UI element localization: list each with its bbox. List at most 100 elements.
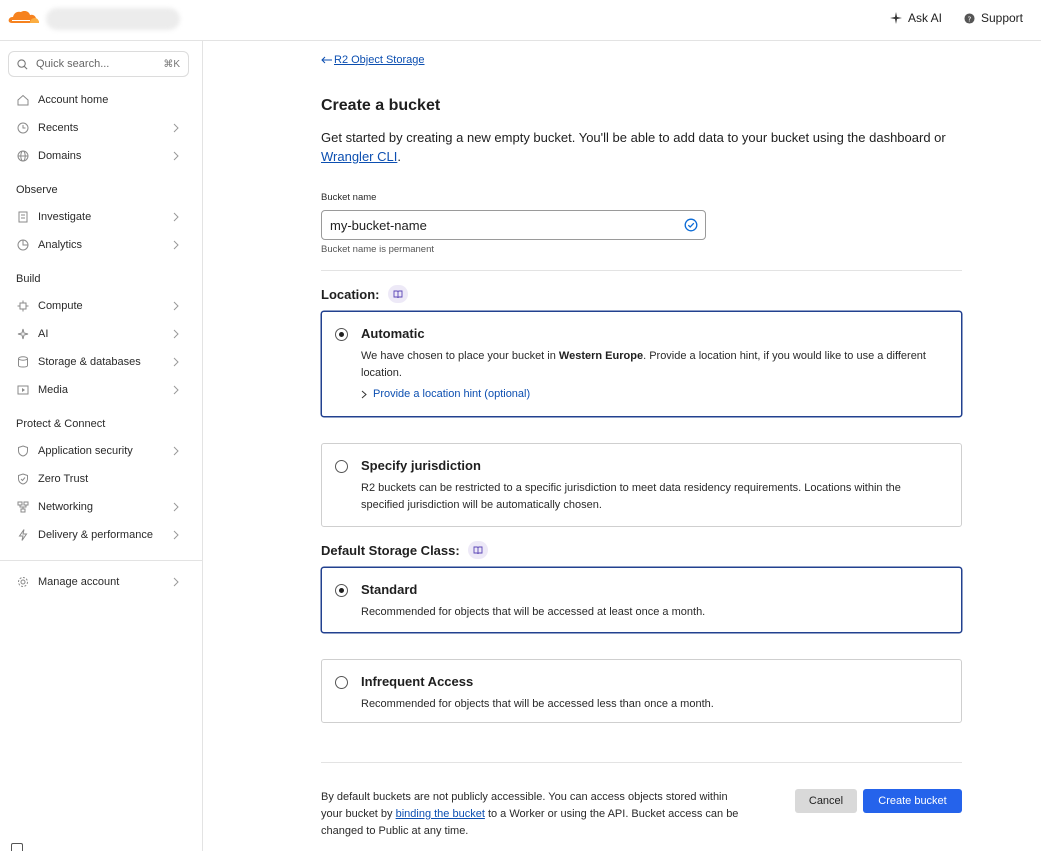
search-placeholder: Quick search... <box>36 58 110 70</box>
sidebar-nav: Account home Recents Domains Observe Inv… <box>0 86 203 596</box>
sparkle-icon <box>16 327 30 341</box>
sidebar-item-delivery-performance[interactable]: Delivery & performance <box>0 521 203 549</box>
create-bucket-button[interactable]: Create bucket <box>863 789 962 813</box>
media-icon <box>16 383 30 397</box>
sidebar-item-label: Networking <box>38 501 94 513</box>
support-button[interactable]: ? Support <box>964 11 1023 25</box>
intro-text: Get started by creating a new empty buck… <box>321 128 962 166</box>
location-region: Western Europe <box>558 350 644 362</box>
sidebar-item-label: Application security <box>38 445 133 457</box>
location-option-automatic[interactable]: Automatic We have chosen to place your b… <box>321 311 962 417</box>
search-icon <box>17 58 28 69</box>
sidebar-item-manage-account[interactable]: Manage account <box>0 568 203 596</box>
cloudflare-logo[interactable] <box>8 9 40 25</box>
sidebar-item-zero-trust[interactable]: Zero Trust <box>0 465 203 493</box>
location-hint-link[interactable]: Provide a location hint (optional) <box>361 388 530 400</box>
option-title: Infrequent Access <box>361 674 474 689</box>
sidebar-item-label: Investigate <box>38 211 92 223</box>
radio-jurisdiction[interactable] <box>335 460 348 473</box>
chevron-right-icon <box>173 385 179 395</box>
chevron-right-icon <box>361 390 367 398</box>
option-description: Recommended for objects that will be acc… <box>361 606 706 618</box>
binding-the-bucket-link[interactable]: binding the bucket <box>396 808 485 820</box>
sidebar-item-application-security[interactable]: Application security <box>0 437 203 465</box>
home-icon <box>16 93 30 107</box>
shield-icon <box>16 444 30 458</box>
sidebar-item-account-home[interactable]: Account home <box>0 86 203 114</box>
storage-class-label: Default Storage Class: <box>321 542 460 558</box>
arrow-left-icon <box>321 56 332 64</box>
svg-text:?: ? <box>968 14 972 23</box>
sidebar-item-label: Storage & databases <box>38 356 141 368</box>
chevron-right-icon <box>173 530 179 540</box>
chevron-right-icon <box>173 502 179 512</box>
ask-ai-label: Ask AI <box>907 11 942 25</box>
help-icon: ? <box>964 12 975 24</box>
sidebar-item-label: Delivery & performance <box>38 529 153 541</box>
shield-check-icon <box>16 472 30 486</box>
sidebar-item-recents[interactable]: Recents <box>0 114 203 142</box>
docs-book-icon[interactable] <box>387 285 408 303</box>
storage-option-standard[interactable]: Standard Recommended for objects that wi… <box>321 567 962 633</box>
sparkle-icon <box>889 12 902 24</box>
chevron-right-icon <box>173 301 179 311</box>
bucket-name-input[interactable] <box>321 210 706 240</box>
sidebar-item-networking[interactable]: Networking <box>0 493 203 521</box>
sidebar-section-build: Build <box>16 273 41 285</box>
option-title: Specify jurisdiction <box>361 458 481 473</box>
account-name-redacted[interactable] <box>46 8 180 30</box>
sidebar-item-ai[interactable]: AI <box>0 320 203 348</box>
support-label: Support <box>980 11 1023 25</box>
chevron-right-icon <box>173 357 179 367</box>
check-circle-icon <box>684 218 698 232</box>
location-option-jurisdiction[interactable]: Specify jurisdiction R2 buckets can be r… <box>321 443 962 527</box>
sidebar-item-label: Recents <box>38 122 79 134</box>
sidebar-item-compute[interactable]: Compute <box>0 292 203 320</box>
sidebar-item-label: Zero Trust <box>38 473 89 485</box>
chevron-right-icon <box>173 151 179 161</box>
sidebar-item-label: Compute <box>38 300 83 312</box>
network-icon <box>16 500 30 514</box>
sidebar-divider <box>0 560 203 561</box>
back-link-r2-object-storage[interactable]: R2 Object Storage <box>321 54 425 66</box>
chevron-right-icon <box>173 240 179 250</box>
location-section-label: Location: <box>321 285 408 303</box>
radio-standard[interactable] <box>335 584 348 597</box>
lightning-icon <box>16 528 30 542</box>
page-title: Create a bucket <box>321 97 441 114</box>
collapse-sidebar-icon[interactable] <box>11 843 23 851</box>
wrangler-cli-link[interactable]: Wrangler CLI <box>321 149 397 164</box>
sidebar-item-media[interactable]: Media <box>0 376 203 404</box>
radio-automatic[interactable] <box>335 328 348 341</box>
radio-infrequent-access[interactable] <box>335 676 348 689</box>
sidebar: Quick search... ⌘K Account home Recents … <box>0 41 203 851</box>
chevron-right-icon <box>173 123 179 133</box>
gear-icon <box>16 575 30 589</box>
sidebar-item-investigate[interactable]: Investigate <box>0 203 203 231</box>
sidebar-item-label: Manage account <box>38 576 120 588</box>
quick-search-input[interactable]: Quick search... ⌘K <box>8 51 189 77</box>
document-search-icon <box>16 210 30 224</box>
sidebar-item-storage-databases[interactable]: Storage & databases <box>0 348 203 376</box>
sidebar-section-observe: Observe <box>16 184 58 196</box>
location-label: Location: <box>321 286 380 302</box>
storage-option-infrequent-access[interactable]: Infrequent Access Recommended for object… <box>321 659 962 723</box>
option-title: Automatic <box>361 326 425 341</box>
intro-text-body: Get started by creating a new empty buck… <box>321 130 946 145</box>
sidebar-item-analytics[interactable]: Analytics <box>0 231 203 259</box>
top-bar: Ask AI ? Support <box>0 0 1041 41</box>
sidebar-item-label: Domains <box>38 150 82 162</box>
chevron-right-icon <box>173 446 179 456</box>
option-description: Recommended for objects that will be acc… <box>361 698 714 710</box>
sidebar-item-domains[interactable]: Domains <box>0 142 203 170</box>
docs-book-icon[interactable] <box>467 541 488 559</box>
divider <box>321 270 962 271</box>
chevron-right-icon <box>173 212 179 222</box>
divider <box>321 762 962 763</box>
ask-ai-button[interactable]: Ask AI <box>889 11 942 25</box>
chevron-right-icon <box>173 577 179 587</box>
clock-icon <box>16 121 30 135</box>
option-title: Standard <box>361 582 418 597</box>
bucket-name-help: Bucket name is permanent <box>321 244 435 255</box>
cancel-button[interactable]: Cancel <box>795 789 857 813</box>
